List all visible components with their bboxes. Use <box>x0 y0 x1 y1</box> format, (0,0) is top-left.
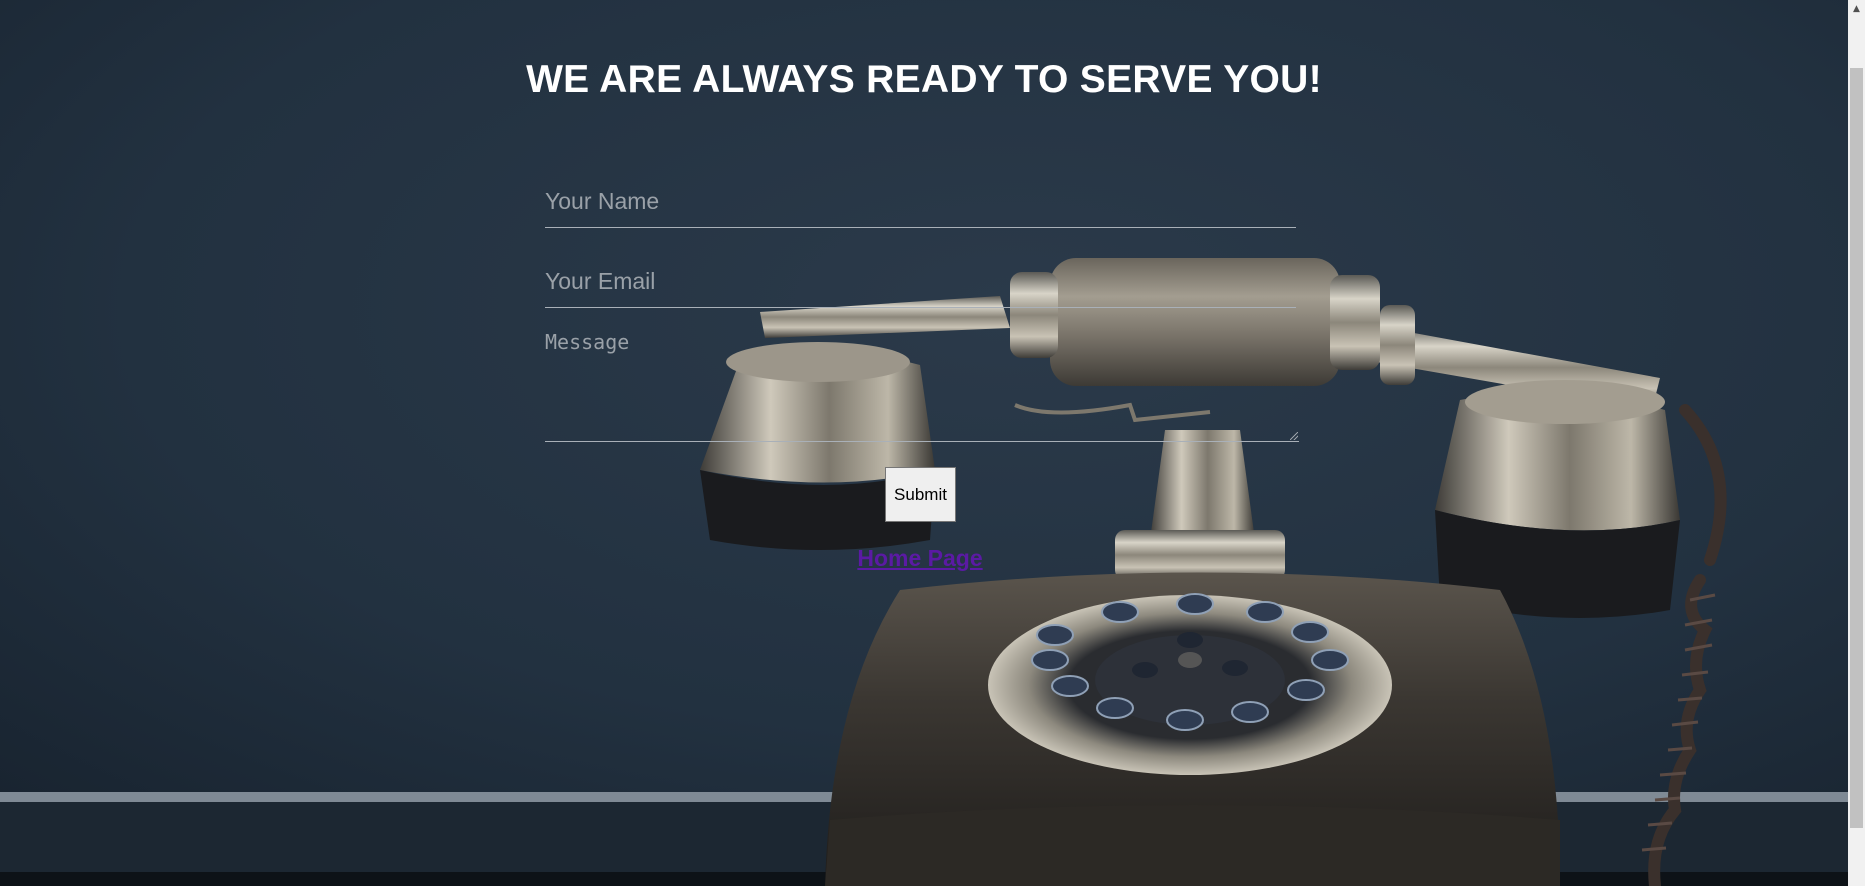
textarea-resize-grip-icon[interactable] <box>1290 432 1298 440</box>
scrollbar-thumb[interactable] <box>1850 68 1863 828</box>
email-input[interactable] <box>545 256 1296 308</box>
name-input[interactable] <box>545 176 1296 228</box>
scroll-up-arrow-icon[interactable]: ▲ <box>1848 0 1865 17</box>
home-page-link[interactable]: Home Page <box>857 545 982 571</box>
message-textarea[interactable] <box>545 330 1299 442</box>
background-telephone-image <box>0 0 1848 886</box>
submit-button[interactable]: Submit <box>885 467 956 522</box>
page-title: WE ARE ALWAYS READY TO SERVE YOU! <box>526 58 1322 101</box>
vertical-scrollbar[interactable]: ▲ <box>1848 0 1865 886</box>
home-link-container: Home Page <box>0 545 1840 572</box>
contact-page: WE ARE ALWAYS READY TO SERVE YOU! Submit… <box>0 0 1865 886</box>
